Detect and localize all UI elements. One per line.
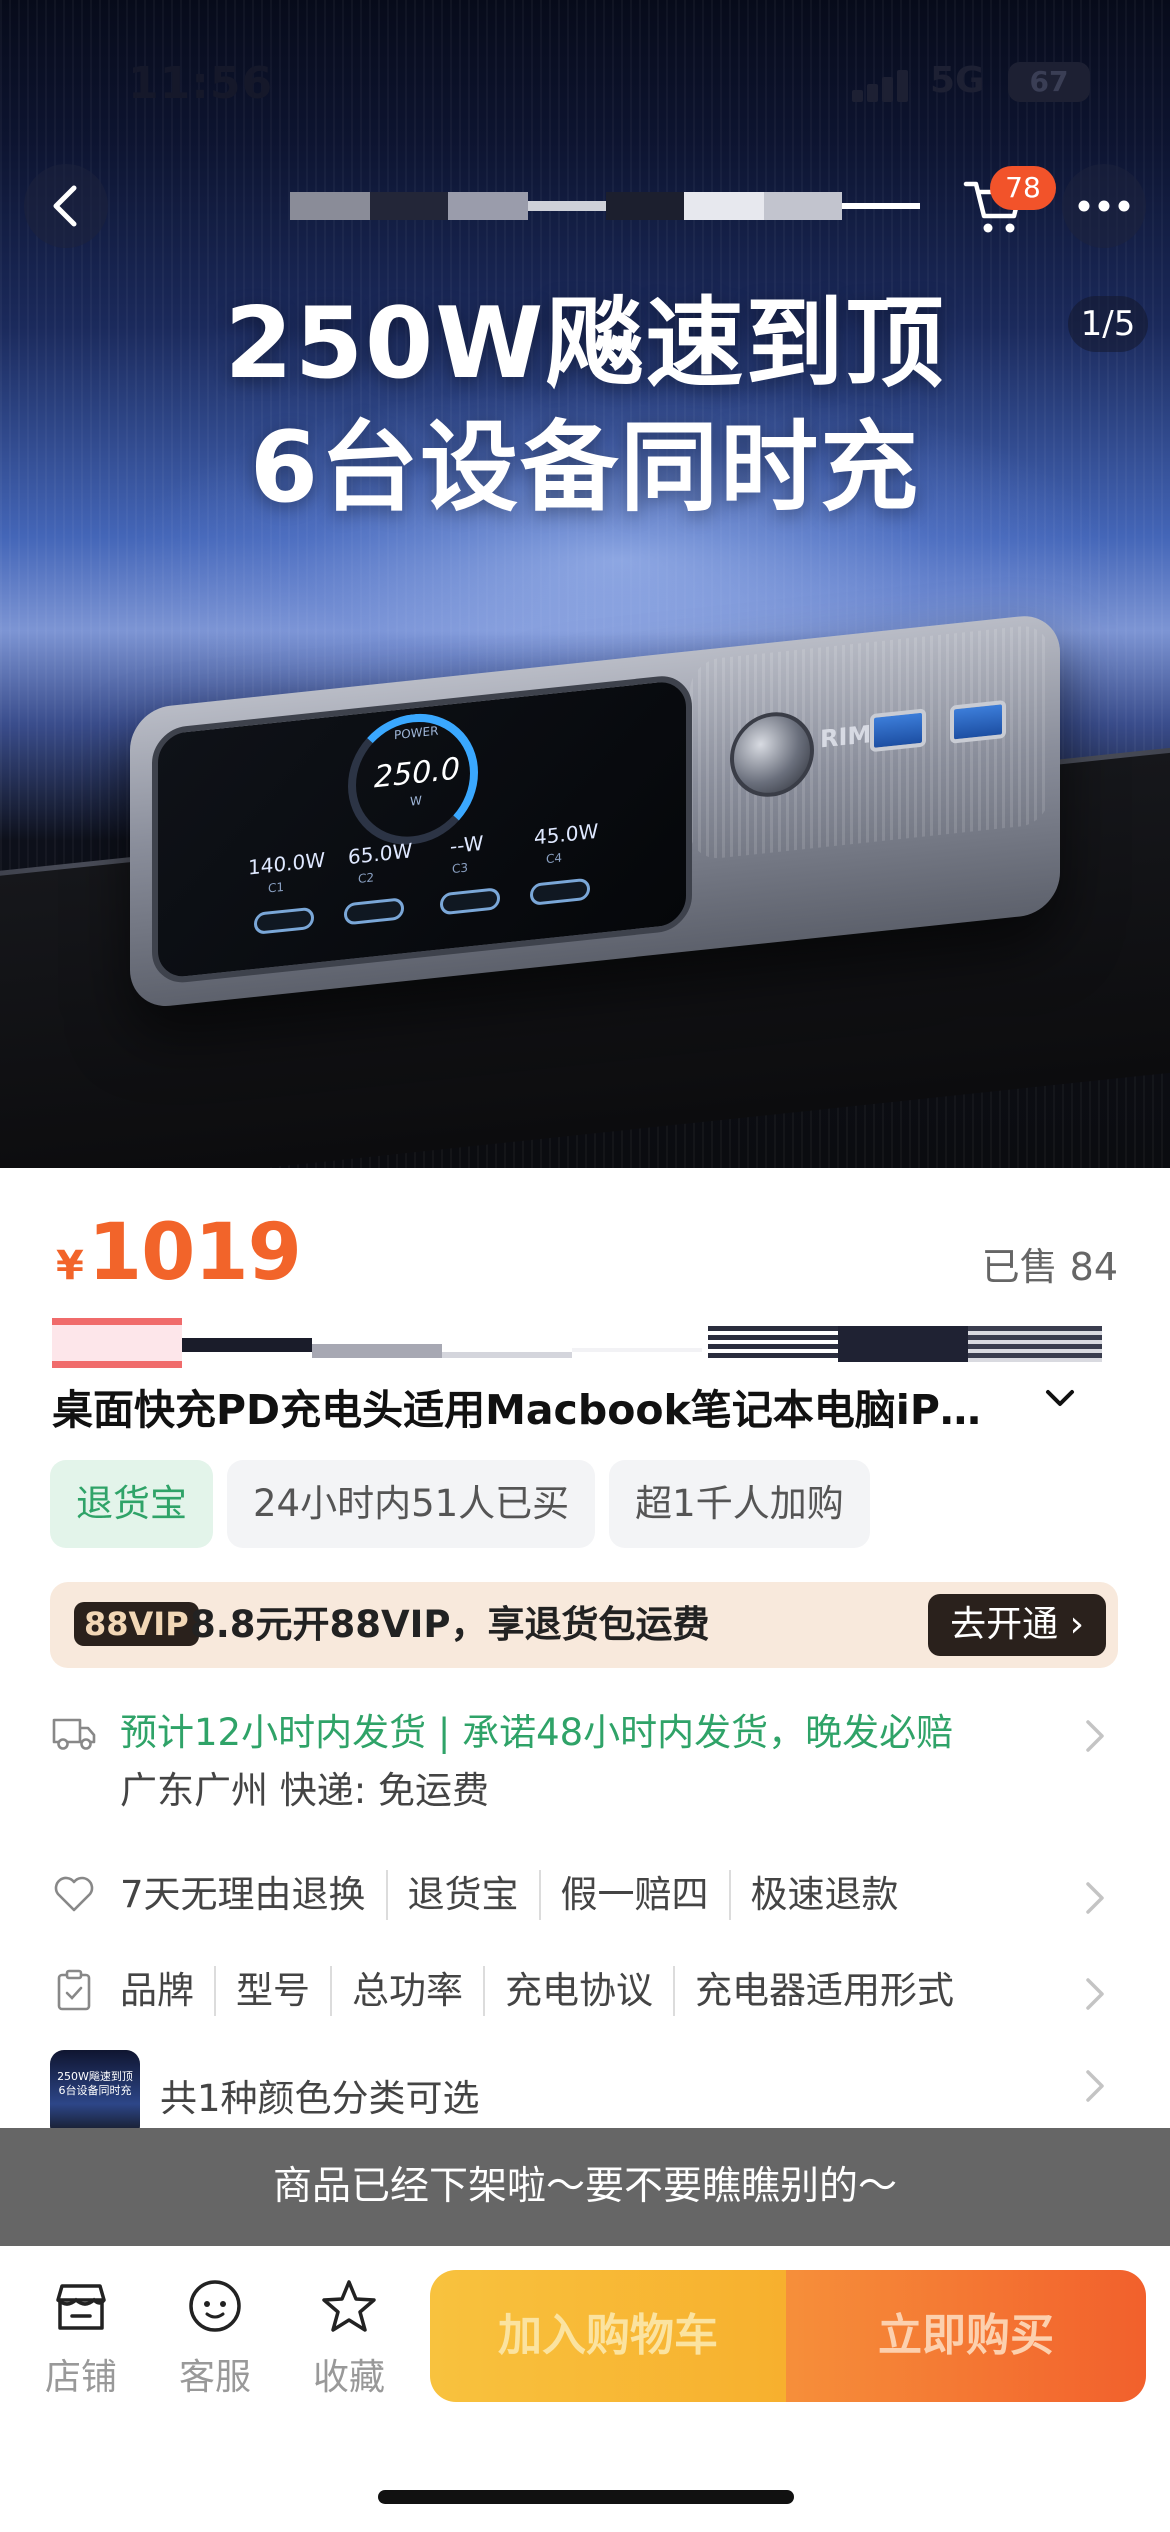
home-indicator[interactable] xyxy=(378,2490,794,2504)
signal-icon xyxy=(852,70,908,102)
price: ¥1019 xyxy=(56,1208,302,1298)
redacted-title xyxy=(290,192,920,220)
spec-item: 总功率 xyxy=(330,1966,483,2016)
delisted-toast: 商品已经下架啦～要不要瞧瞧别的～ xyxy=(0,2128,1170,2246)
price-value: 1019 xyxy=(87,1208,302,1298)
star-icon xyxy=(322,2280,376,2332)
spec-item: 充电器适用形式 xyxy=(673,1966,974,2016)
product-info: ¥1019 已售 84 桌面快充PD充电头适用Macbook笔记本电脑iP… 退… xyxy=(0,1168,1170,2140)
vip-promo-text: 8.8元开88VIP，享退货包运费 xyxy=(190,1603,710,1646)
power-unit: W xyxy=(410,793,422,809)
port-c1-label: C1 xyxy=(268,879,285,896)
service-item: 假一赔四 xyxy=(538,1870,729,1920)
network-type: 5G xyxy=(930,60,985,101)
more-icon xyxy=(1078,200,1130,212)
port-c2-label: C2 xyxy=(358,870,375,887)
port-c3-label: C3 xyxy=(452,860,469,877)
specifications-row[interactable]: 品牌 型号 总功率 充电协议 充电器适用形式 xyxy=(50,1966,1120,2026)
chevron-right-icon xyxy=(1086,2070,1104,2102)
hero-headline-line2: 6台设备同时充 xyxy=(249,411,921,525)
specifications: 品牌 型号 总功率 充电协议 充电器适用形式 xyxy=(120,1966,974,2016)
purchase-buttons: 加入购物车 立即购买 xyxy=(430,2270,1146,2402)
chevron-left-icon xyxy=(53,185,77,227)
add-to-cart-button[interactable]: 加入购物车 xyxy=(430,2270,786,2402)
product-tags: 退货宝 24小时内51人已买 超1千人加购 xyxy=(50,1460,870,1548)
redacted-shop-info xyxy=(52,1318,1102,1368)
shop-button[interactable]: 店铺 xyxy=(26,2276,136,2400)
chevron-down-icon[interactable] xyxy=(1040,1378,1080,1418)
price-currency: ¥ xyxy=(56,1243,84,1289)
port-c4-value: 45.0W xyxy=(534,818,599,850)
port-c4-label: C4 xyxy=(546,850,563,867)
service-guarantees-row[interactable]: 7天无理由退换 退货宝 假一赔四 极速退款 xyxy=(50,1870,1120,1930)
status-time: 11:56 xyxy=(128,58,274,109)
color-options-row[interactable]: 250W飚速到顶 6台设备同时充 共1种颜色分类可选 xyxy=(50,2050,1120,2140)
usb-c-port xyxy=(440,887,500,916)
store-icon xyxy=(56,2284,106,2330)
tag-recent-buyers: 24小时内51人已买 xyxy=(227,1460,596,1548)
port-c3-value: --W xyxy=(450,830,484,859)
shipping-promise: 预计12小时内发货 | 承诺48小时内发货，晚发必赔 xyxy=(120,1711,954,1754)
favorite-label: 收藏 xyxy=(312,2357,385,2398)
carousel-page-indicator: 1/5 xyxy=(1068,296,1148,352)
customer-service-button[interactable]: 客服 xyxy=(160,2276,270,2400)
favorite-button[interactable]: 收藏 xyxy=(294,2276,404,2400)
shipping-row[interactable]: 预计12小时内发货 | 承诺48小时内发货，晚发必赔 广东广州 快递: 免运费 xyxy=(50,1708,1120,1838)
usb-a-port xyxy=(870,708,926,753)
shipping-origin-fee: 广东广州 快递: 免运费 xyxy=(120,1769,489,1812)
chevron-right-icon xyxy=(1086,1978,1104,2010)
chevron-right-icon xyxy=(1086,1882,1104,1914)
port-c2-value: 65.0W xyxy=(348,838,413,870)
back-button[interactable] xyxy=(24,164,108,248)
service-guarantees: 7天无理由退换 退货宝 假一赔四 极速退款 xyxy=(120,1870,919,1920)
product-image-carousel[interactable]: 250W飚速到顶 6台设备同时充 1/5 POWER 250.0 W 140.0… xyxy=(0,0,1170,1168)
shop-label: 店铺 xyxy=(44,2357,117,2398)
thumbnail-text: 250W飚速到顶 6台设备同时充 xyxy=(57,2070,133,2097)
hero-headline-line1: 250W飚速到顶 xyxy=(224,287,946,401)
vip-activate-button[interactable]: 去开通 › xyxy=(928,1594,1106,1656)
status-bar: 11:56 5G 67 xyxy=(0,40,1170,120)
usb-a-port xyxy=(950,699,1006,744)
heart-shield-icon xyxy=(54,1876,94,1912)
truck-icon xyxy=(52,1718,96,1750)
spec-item: 充电协议 xyxy=(483,1966,673,2016)
buy-now-button[interactable]: 立即购买 xyxy=(786,2270,1146,2402)
chevron-right-icon xyxy=(1086,1720,1104,1752)
usb-c-port xyxy=(344,897,404,926)
usb-c-port xyxy=(254,906,314,935)
tag-return-insurance[interactable]: 退货宝 xyxy=(50,1460,213,1548)
tag-cart-adds: 超1千人加购 xyxy=(609,1460,870,1548)
service-item: 7天无理由退换 xyxy=(120,1873,366,1916)
sold-count: 已售 84 xyxy=(981,1245,1118,1289)
cart-count-badge: 78 xyxy=(990,166,1056,210)
service-label: 客服 xyxy=(178,2357,251,2398)
color-option-thumbnail[interactable]: 250W飚速到顶 6台设备同时充 xyxy=(50,2050,140,2140)
spec-item: 品牌 xyxy=(120,1969,194,2012)
more-button[interactable] xyxy=(1062,164,1146,248)
hero-headline: 250W飚速到顶 6台设备同时充 xyxy=(0,282,1170,530)
battery-level: 67 xyxy=(1029,65,1069,98)
chat-face-icon xyxy=(189,2280,241,2332)
battery-icon: 67 xyxy=(1008,62,1090,102)
usb-c-port xyxy=(530,877,590,906)
spec-item: 型号 xyxy=(214,1966,330,2016)
port-c1-value: 140.0W xyxy=(248,847,326,880)
clipboard-icon xyxy=(57,1969,91,2011)
vip-logo: 88VIP xyxy=(74,1602,199,1646)
top-navigation: 78 xyxy=(0,160,1170,260)
service-item: 极速退款 xyxy=(728,1870,919,1920)
product-title[interactable]: 桌面快充PD充电头适用Macbook笔记本电脑iP… xyxy=(52,1376,1072,1436)
color-options-text: 共1种颜色分类可选 xyxy=(160,2077,480,2120)
service-item: 退货宝 xyxy=(385,1870,539,1920)
vip-promo-banner[interactable]: 88VIP 8.8元开88VIP，享退货包运费 去开通 › xyxy=(50,1582,1118,1668)
